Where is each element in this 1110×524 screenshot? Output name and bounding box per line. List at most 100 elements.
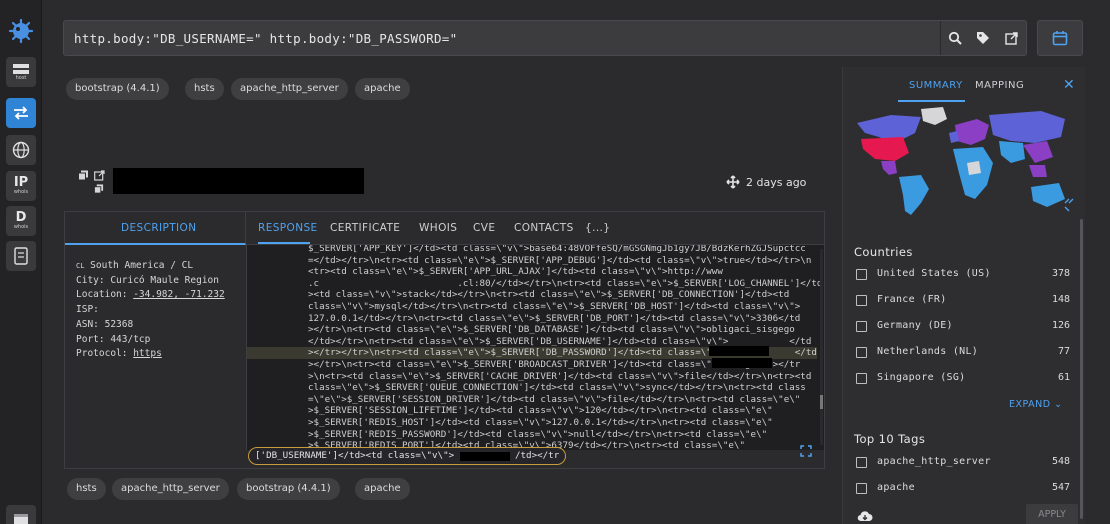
calendar-button[interactable] <box>1037 20 1083 56</box>
tab-description[interactable]: DESCRIPTION <box>65 212 246 245</box>
search-bar[interactable]: http.body:"DB_USERNAME=" http.body:"DB_P… <box>63 20 1027 56</box>
expand-label: EXPAND <box>1009 399 1051 410</box>
country-row[interactable]: France (FR) 148 <box>856 294 1070 308</box>
map-oceania <box>1031 183 1065 207</box>
country-row[interactable]: Netherlands (NL) 77 <box>856 346 1070 360</box>
bottom-tag-apache[interactable]: apache <box>355 478 410 500</box>
world-map[interactable] <box>851 103 1075 219</box>
country-row[interactable]: United States (US) 378 <box>856 268 1070 282</box>
tab-json[interactable]: {...} <box>585 222 610 234</box>
checkbox[interactable] <box>856 347 867 358</box>
tag-row[interactable]: apache_http_server 548 <box>856 456 1070 470</box>
tag-row[interactable]: apache 547 <box>856 482 1070 496</box>
checkbox[interactable] <box>856 483 867 494</box>
search-query-text[interactable]: http.body:"DB_USERNAME=" http.body:"DB_P… <box>74 31 457 46</box>
chevron-down-icon: ⌄ <box>1054 399 1063 410</box>
country-label: France (FR) <box>877 294 947 305</box>
search-icon[interactable] <box>948 31 962 45</box>
asn-text: ASN: 52368 <box>76 318 134 330</box>
map-south-america <box>899 175 929 215</box>
response-scroll-thumb[interactable] <box>820 395 823 409</box>
tab-mapping[interactable]: MAPPING <box>975 80 1024 91</box>
summary-sidebar: SUMMARY MAPPING ✕ Countries United State… <box>842 67 1085 524</box>
clapper-nav-button[interactable] <box>6 505 36 524</box>
checkbox[interactable] <box>856 269 867 280</box>
map-expand-icon[interactable] <box>1064 198 1074 212</box>
domain-whois-big: D <box>15 210 27 225</box>
domain-whois-nav-button[interactable]: D whois <box>6 206 36 236</box>
checkbox[interactable] <box>856 373 867 384</box>
tab-response-underline <box>258 242 310 244</box>
app-logo-icon[interactable] <box>8 18 34 44</box>
apply-button[interactable]: APPLY <box>1026 504 1078 524</box>
open-link-icon[interactable] <box>94 170 105 181</box>
response-line: $_SERVER['APP_KEY']</td><td class=\"v\">… <box>308 245 806 254</box>
response-line: >$_SERVER['REDIS_HOST']</td><td class=\"… <box>308 416 773 428</box>
region-row: CL South America / CL <box>76 259 225 274</box>
tag-label: apache <box>877 482 915 493</box>
sidebar-scrollbar[interactable] <box>1080 219 1083 519</box>
response-line: =\"e\">$_SERVER['SESSION_DRIVER']</td><t… <box>308 393 801 405</box>
response-line: >$_SERVER['SESSION_LIFETIME']</td><td cl… <box>308 405 773 417</box>
tab-description-label: DESCRIPTION <box>121 222 197 234</box>
left-rail: host IP whois D whois <box>0 0 42 524</box>
response-scrollbar[interactable] <box>820 249 823 445</box>
top-tag-bootstrap[interactable]: bootstrap (4.4.1) <box>66 78 169 100</box>
close-icon[interactable]: ✕ <box>1063 77 1075 93</box>
top-tag-apache-http-server[interactable]: apache_http_server <box>231 78 348 100</box>
tab-response[interactable]: RESPONSE <box>258 222 318 234</box>
copy-icon[interactable] <box>78 170 89 181</box>
swap-nav-button[interactable] <box>6 98 36 128</box>
checkbox[interactable] <box>856 321 867 332</box>
country-count: 148 <box>1051 294 1070 305</box>
tab-cve[interactable]: CVE <box>473 222 495 234</box>
response-line: ></tr>\n<tr><td class=\"e\">$_SERVER['DB… <box>308 324 795 336</box>
location-row: Location: -34.982, -71.232 <box>76 288 225 303</box>
ip-whois-nav-button[interactable]: IP whois <box>6 171 36 201</box>
map-asia <box>989 111 1065 177</box>
summary-tab-underline <box>898 100 965 102</box>
report-icon <box>14 247 28 265</box>
match-snippet: ['DB_USERNAME']</td><td class=\"v\"> /td… <box>248 447 567 465</box>
host-info: CL South America / CL City: Curicó Maule… <box>76 259 225 362</box>
export-icon[interactable] <box>1005 31 1019 45</box>
country-row[interactable]: Singapore (SG) 61 <box>856 372 1070 386</box>
top-tag-apache[interactable]: apache <box>355 78 410 100</box>
host-nav-button[interactable]: host <box>6 57 36 87</box>
response-line: <tr><td class=\"e\">$_SERVER['APP_URL_AJ… <box>308 266 723 278</box>
tab-whois[interactable]: WHOIS <box>419 222 457 234</box>
copy-ip-icon[interactable] <box>94 184 104 194</box>
bottom-tag-hsts[interactable]: hsts <box>67 478 106 500</box>
cloud-download-icon[interactable] <box>857 510 873 522</box>
protocol-link[interactable]: https <box>133 348 162 359</box>
move-icon <box>726 175 740 189</box>
checkbox[interactable] <box>856 457 867 468</box>
tab-contacts[interactable]: CONTACTS <box>514 222 574 234</box>
bottom-tag-bootstrap[interactable]: bootstrap (4.4.1) <box>237 478 340 500</box>
tab-summary[interactable]: SUMMARY <box>909 80 963 91</box>
redacted-password <box>712 358 772 368</box>
redacted-snippet-value <box>460 452 510 461</box>
report-nav-button[interactable] <box>6 241 36 271</box>
country-row[interactable]: Germany (DE) 126 <box>856 320 1070 334</box>
country-count: 126 <box>1051 320 1070 331</box>
response-line: 127.0.0.1</td></tr>\n<tr><td class=\"e\"… <box>308 312 801 324</box>
response-body[interactable]: $_SERVER['APP_KEY']</td><td class=\"v\">… <box>246 245 824 450</box>
top-tag-hsts[interactable]: hsts <box>185 78 224 100</box>
tab-certificate[interactable]: CERTIFICATE <box>330 222 400 234</box>
checkbox[interactable] <box>856 295 867 306</box>
map-europe <box>949 119 989 145</box>
bottom-tag-apache-http-server[interactable]: apache_http_server <box>112 478 229 500</box>
fullscreen-icon[interactable] <box>800 445 812 457</box>
tag-icon[interactable] <box>976 31 990 45</box>
expand-button[interactable]: EXPAND ⌄ <box>1009 399 1063 410</box>
globe-nav-button[interactable] <box>6 135 36 165</box>
host-icon <box>13 64 29 74</box>
response-line: .c .cl:80/</td></tr>\n<tr><td class=\"e\… <box>308 277 823 289</box>
country-label: Germany (DE) <box>877 320 953 331</box>
location-link[interactable]: -34.982, -71.232 <box>133 289 225 300</box>
response-line: class=\"e\">$_SERVER['QUEUE_CONNECTION']… <box>308 382 806 394</box>
country-label: United States (US) <box>877 268 991 279</box>
clapperboard-icon <box>14 514 28 524</box>
response-line: class=\"v\">mysql</td></tr>\n<tr><td cla… <box>308 300 801 312</box>
